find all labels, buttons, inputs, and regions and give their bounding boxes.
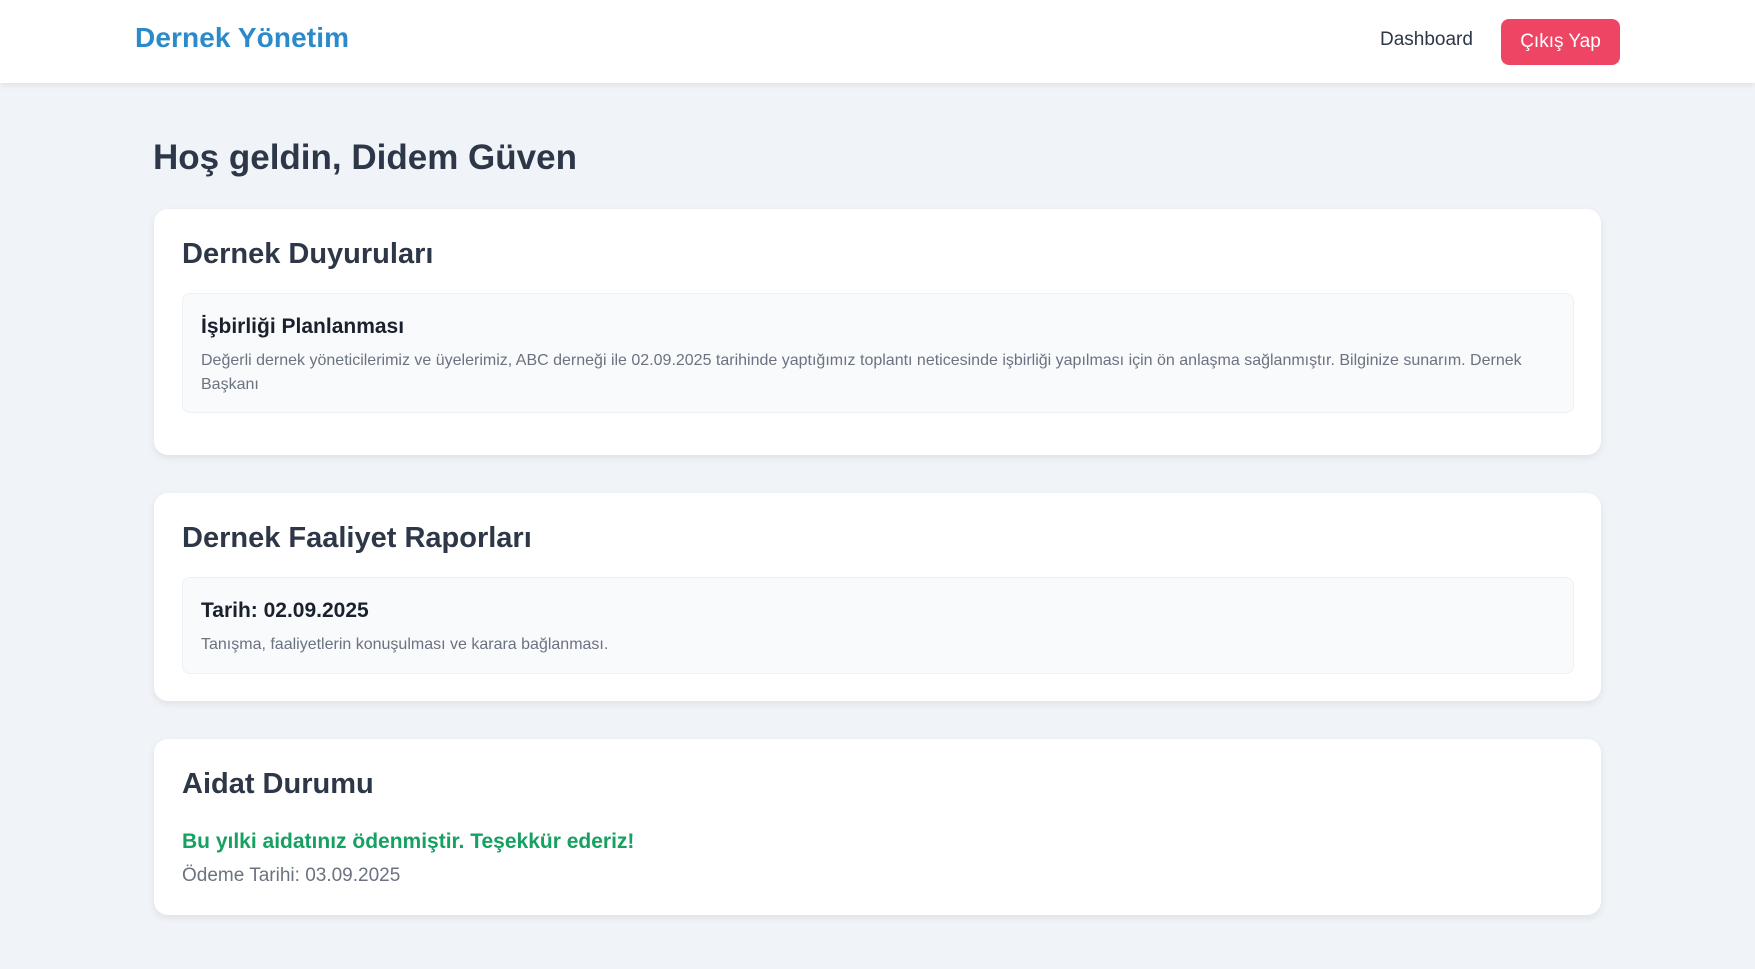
top-navbar: Dernek Yönetim Dashboard Çıkış Yap: [0, 0, 1755, 83]
reports-heading: Dernek Faaliyet Raporları: [182, 522, 532, 554]
announcement-item: İşbirliği Planlanması Değerli dernek yön…: [182, 293, 1574, 413]
payment-date: Ödeme Tarihi: 03.09.2025: [182, 865, 401, 886]
reports-card: Dernek Faaliyet Raporları Tarih: 02.09.2…: [154, 493, 1601, 701]
brand-logo[interactable]: Dernek Yönetim: [135, 22, 349, 54]
dues-card: Aidat Durumu Bu yılki aidatınız ödenmişt…: [154, 739, 1601, 915]
dues-status: Bu yılki aidatınız ödenmiştir. Teşekkür …: [182, 830, 635, 853]
dues-heading: Aidat Durumu: [182, 768, 374, 800]
welcome-heading: Hoş geldin, Didem Güven: [153, 138, 577, 177]
announcement-title: İşbirliği Planlanması: [201, 315, 405, 338]
announcements-heading: Dernek Duyuruları: [182, 238, 434, 270]
announcement-body: Değerli dernek yöneticilerimiz ve üyeler…: [201, 352, 1522, 393]
announcements-card: Dernek Duyuruları İşbirliği Planlanması …: [154, 209, 1601, 455]
nav-dashboard-link[interactable]: Dashboard: [1380, 29, 1473, 51]
report-date: Tarih: 02.09.2025: [201, 599, 369, 622]
report-body: Tanışma, faaliyetlerin konuşulması ve ka…: [201, 636, 609, 653]
logout-button[interactable]: Çıkış Yap: [1501, 19, 1620, 65]
report-item: Tarih: 02.09.2025 Tanışma, faaliyetlerin…: [182, 577, 1574, 674]
